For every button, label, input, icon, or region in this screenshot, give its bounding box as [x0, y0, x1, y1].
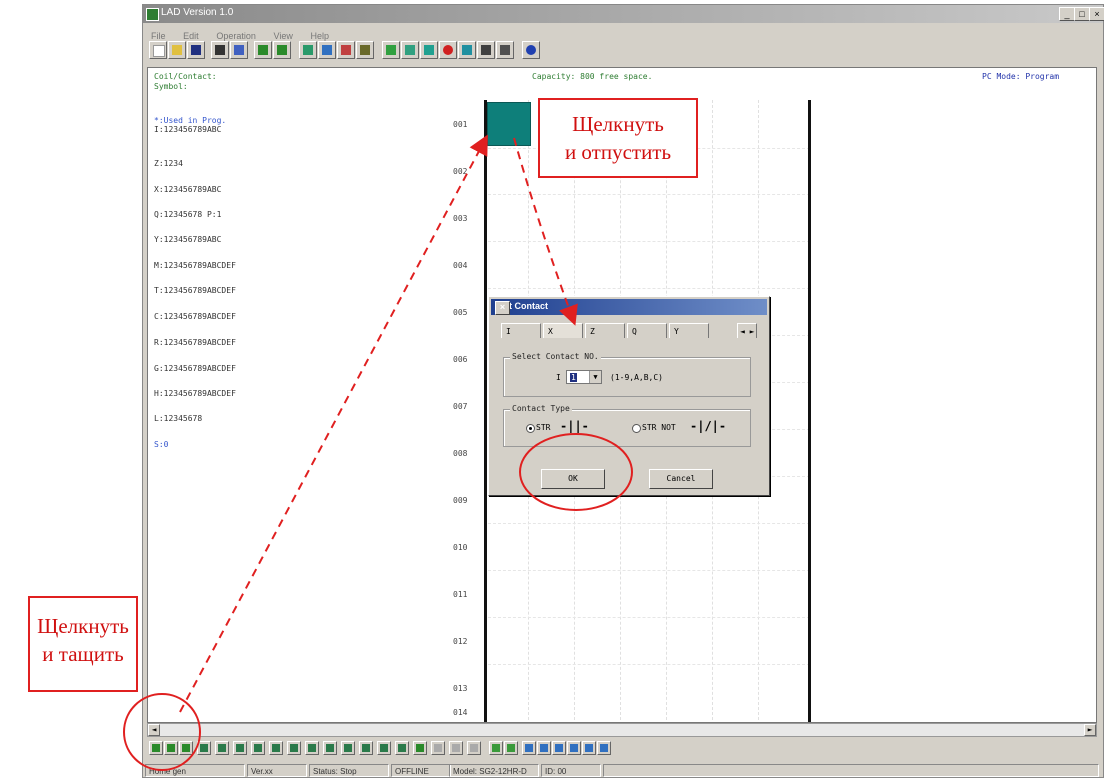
- drag-callout: Щелкнуть и тащить: [28, 596, 138, 692]
- drag-start-circle: [123, 693, 201, 771]
- release-callout-line1: Щелкнуть: [572, 112, 664, 136]
- drag-arrow: [179, 134, 488, 713]
- drag-callout-line1: Щелкнуть: [37, 614, 129, 638]
- release-callout-line2: и отпустить: [564, 140, 672, 164]
- release-callout: Щелкнуть и отпустить: [538, 98, 698, 178]
- ok-highlight-circle: [519, 433, 633, 511]
- drag-callout-line2: и тащить: [42, 642, 124, 666]
